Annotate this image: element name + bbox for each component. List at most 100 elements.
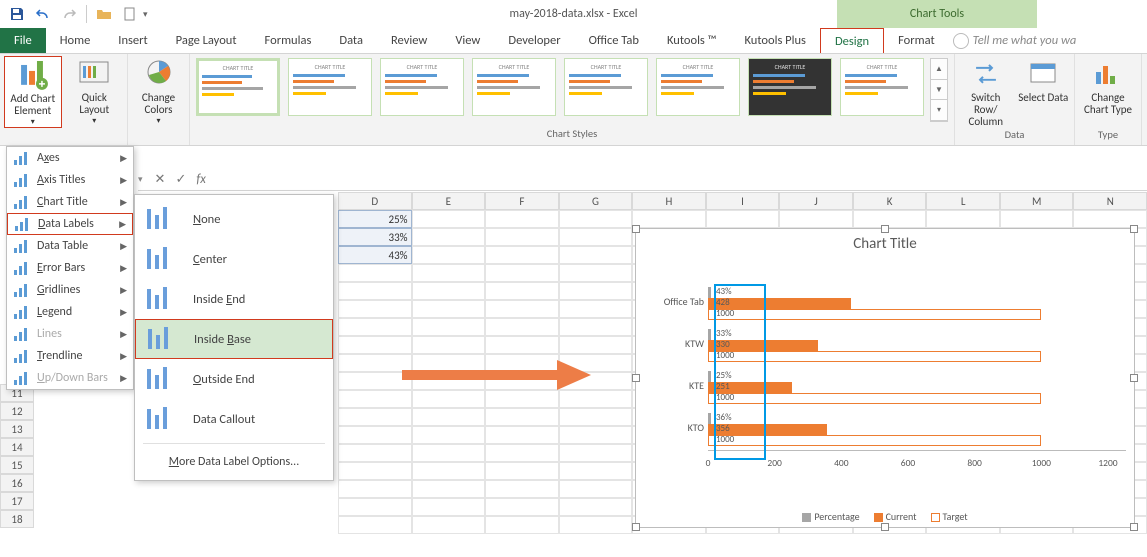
resize-handle[interactable] <box>632 523 640 531</box>
scroll-up-icon[interactable]: ▲ <box>931 59 947 80</box>
cell[interactable] <box>485 390 559 408</box>
cell[interactable] <box>485 516 559 534</box>
row-header-14[interactable]: 14 <box>0 438 34 456</box>
tab-home[interactable]: Home <box>46 28 105 53</box>
chart-plot-area[interactable]: Office Tab43%4281000KTW33%3301000KTE25%2… <box>708 273 1126 473</box>
cell[interactable] <box>338 372 412 390</box>
column-header-E[interactable]: E <box>412 192 486 210</box>
submenu-item-none[interactable]: None <box>135 199 333 239</box>
column-header-D[interactable]: D <box>338 192 412 210</box>
submenu-item-inside-end[interactable]: Inside End <box>135 279 333 319</box>
row-header-18[interactable]: 18 <box>0 510 34 528</box>
cell[interactable] <box>412 498 486 516</box>
cell[interactable] <box>485 300 559 318</box>
cell[interactable] <box>338 480 412 498</box>
quick-layout-button[interactable]: Quick Layout ▾ <box>66 56 123 128</box>
column-header-L[interactable]: L <box>926 192 1000 210</box>
menu-item-data-labels[interactable]: Data Labels▶ <box>7 213 133 235</box>
scroll-down-icon[interactable]: ▼ <box>931 80 947 101</box>
cell[interactable] <box>485 318 559 336</box>
cell[interactable] <box>412 264 486 282</box>
cell[interactable] <box>412 210 486 228</box>
cell[interactable] <box>338 354 412 372</box>
cell[interactable] <box>559 444 633 462</box>
cell[interactable] <box>338 426 412 444</box>
cell[interactable] <box>559 318 633 336</box>
chart-style-thumb-8[interactable]: CHART TITLE <box>840 58 924 116</box>
row-header-12[interactable]: 12 <box>0 402 34 420</box>
bar-target[interactable] <box>708 393 1041 404</box>
cell[interactable] <box>559 264 633 282</box>
chart-legend[interactable]: PercentageCurrentTarget <box>636 510 1134 523</box>
chart-style-thumb-4[interactable]: CHART TITLE <box>472 58 556 116</box>
resize-handle[interactable] <box>632 374 640 382</box>
change-chart-type-button[interactable]: Change Chart Type <box>1079 56 1137 128</box>
cell[interactable] <box>412 336 486 354</box>
more-data-label-options[interactable]: More Data Label Options... <box>135 448 333 476</box>
row-header-16[interactable]: 16 <box>0 474 34 492</box>
submenu-item-center[interactable]: Center <box>135 239 333 279</box>
cell[interactable] <box>485 462 559 480</box>
submenu-item-data-callout[interactable]: Data Callout <box>135 399 333 439</box>
column-header-K[interactable]: K <box>853 192 927 210</box>
tab-format[interactable]: Format <box>884 28 949 53</box>
cell[interactable] <box>412 444 486 462</box>
cell[interactable] <box>926 210 1000 228</box>
chart-style-thumb-5[interactable]: CHART TITLE <box>564 58 648 116</box>
cell[interactable] <box>338 498 412 516</box>
tab-page-layout[interactable]: Page Layout <box>162 28 251 53</box>
chart-style-thumb-3[interactable]: CHART TITLE <box>380 58 464 116</box>
cell[interactable] <box>1000 210 1074 228</box>
cell[interactable] <box>412 282 486 300</box>
cell[interactable] <box>412 390 486 408</box>
tab-insert[interactable]: Insert <box>104 28 161 53</box>
bar-target[interactable] <box>708 309 1041 320</box>
legend-entry[interactable]: Percentage <box>802 510 859 523</box>
expand-gallery-icon[interactable]: ▾ <box>931 100 947 121</box>
cell[interactable] <box>338 390 412 408</box>
fx-icon[interactable]: fx <box>196 172 206 187</box>
qat-dropdown-icon[interactable]: ▾ <box>143 9 148 20</box>
row-header-13[interactable]: 13 <box>0 420 34 438</box>
cell[interactable] <box>338 408 412 426</box>
cell[interactable] <box>338 300 412 318</box>
tab-design[interactable]: Design <box>820 28 884 53</box>
menu-item-error-bars[interactable]: Error Bars▶ <box>7 257 133 279</box>
cell[interactable] <box>559 336 633 354</box>
cell[interactable] <box>412 318 486 336</box>
redo-button[interactable] <box>58 3 80 25</box>
cell[interactable] <box>559 390 633 408</box>
column-header-N[interactable]: N <box>1073 192 1147 210</box>
cell[interactable] <box>485 426 559 444</box>
cell[interactable] <box>559 408 633 426</box>
cell[interactable] <box>485 228 559 246</box>
bar-target[interactable] <box>708 351 1041 362</box>
cell[interactable] <box>338 336 412 354</box>
tab-review[interactable]: Review <box>377 28 441 53</box>
tab-data[interactable]: Data <box>325 28 377 53</box>
bar-target[interactable] <box>708 435 1041 446</box>
cell[interactable] <box>412 516 486 534</box>
tab-formulas[interactable]: Formulas <box>251 28 326 53</box>
cell[interactable] <box>485 282 559 300</box>
column-header-J[interactable]: J <box>779 192 853 210</box>
tab-file[interactable]: File <box>0 28 46 53</box>
cell[interactable] <box>706 210 780 228</box>
menu-item-axes[interactable]: Axes▶ <box>7 147 133 169</box>
cell[interactable] <box>559 498 633 516</box>
cell[interactable] <box>412 462 486 480</box>
cell[interactable] <box>412 408 486 426</box>
menu-item-chart-title[interactable]: Chart Title▶ <box>7 191 133 213</box>
cell[interactable] <box>559 282 633 300</box>
cell[interactable] <box>485 264 559 282</box>
cell[interactable] <box>559 462 633 480</box>
cell[interactable] <box>412 480 486 498</box>
cell[interactable] <box>853 210 927 228</box>
resize-handle[interactable] <box>1130 523 1138 531</box>
cell[interactable] <box>338 282 412 300</box>
open-button[interactable] <box>93 3 115 25</box>
menu-item-legend[interactable]: Legend▶ <box>7 301 133 323</box>
column-header-I[interactable]: I <box>706 192 780 210</box>
tab-office-tab[interactable]: Office Tab <box>575 28 653 53</box>
cell[interactable] <box>412 426 486 444</box>
